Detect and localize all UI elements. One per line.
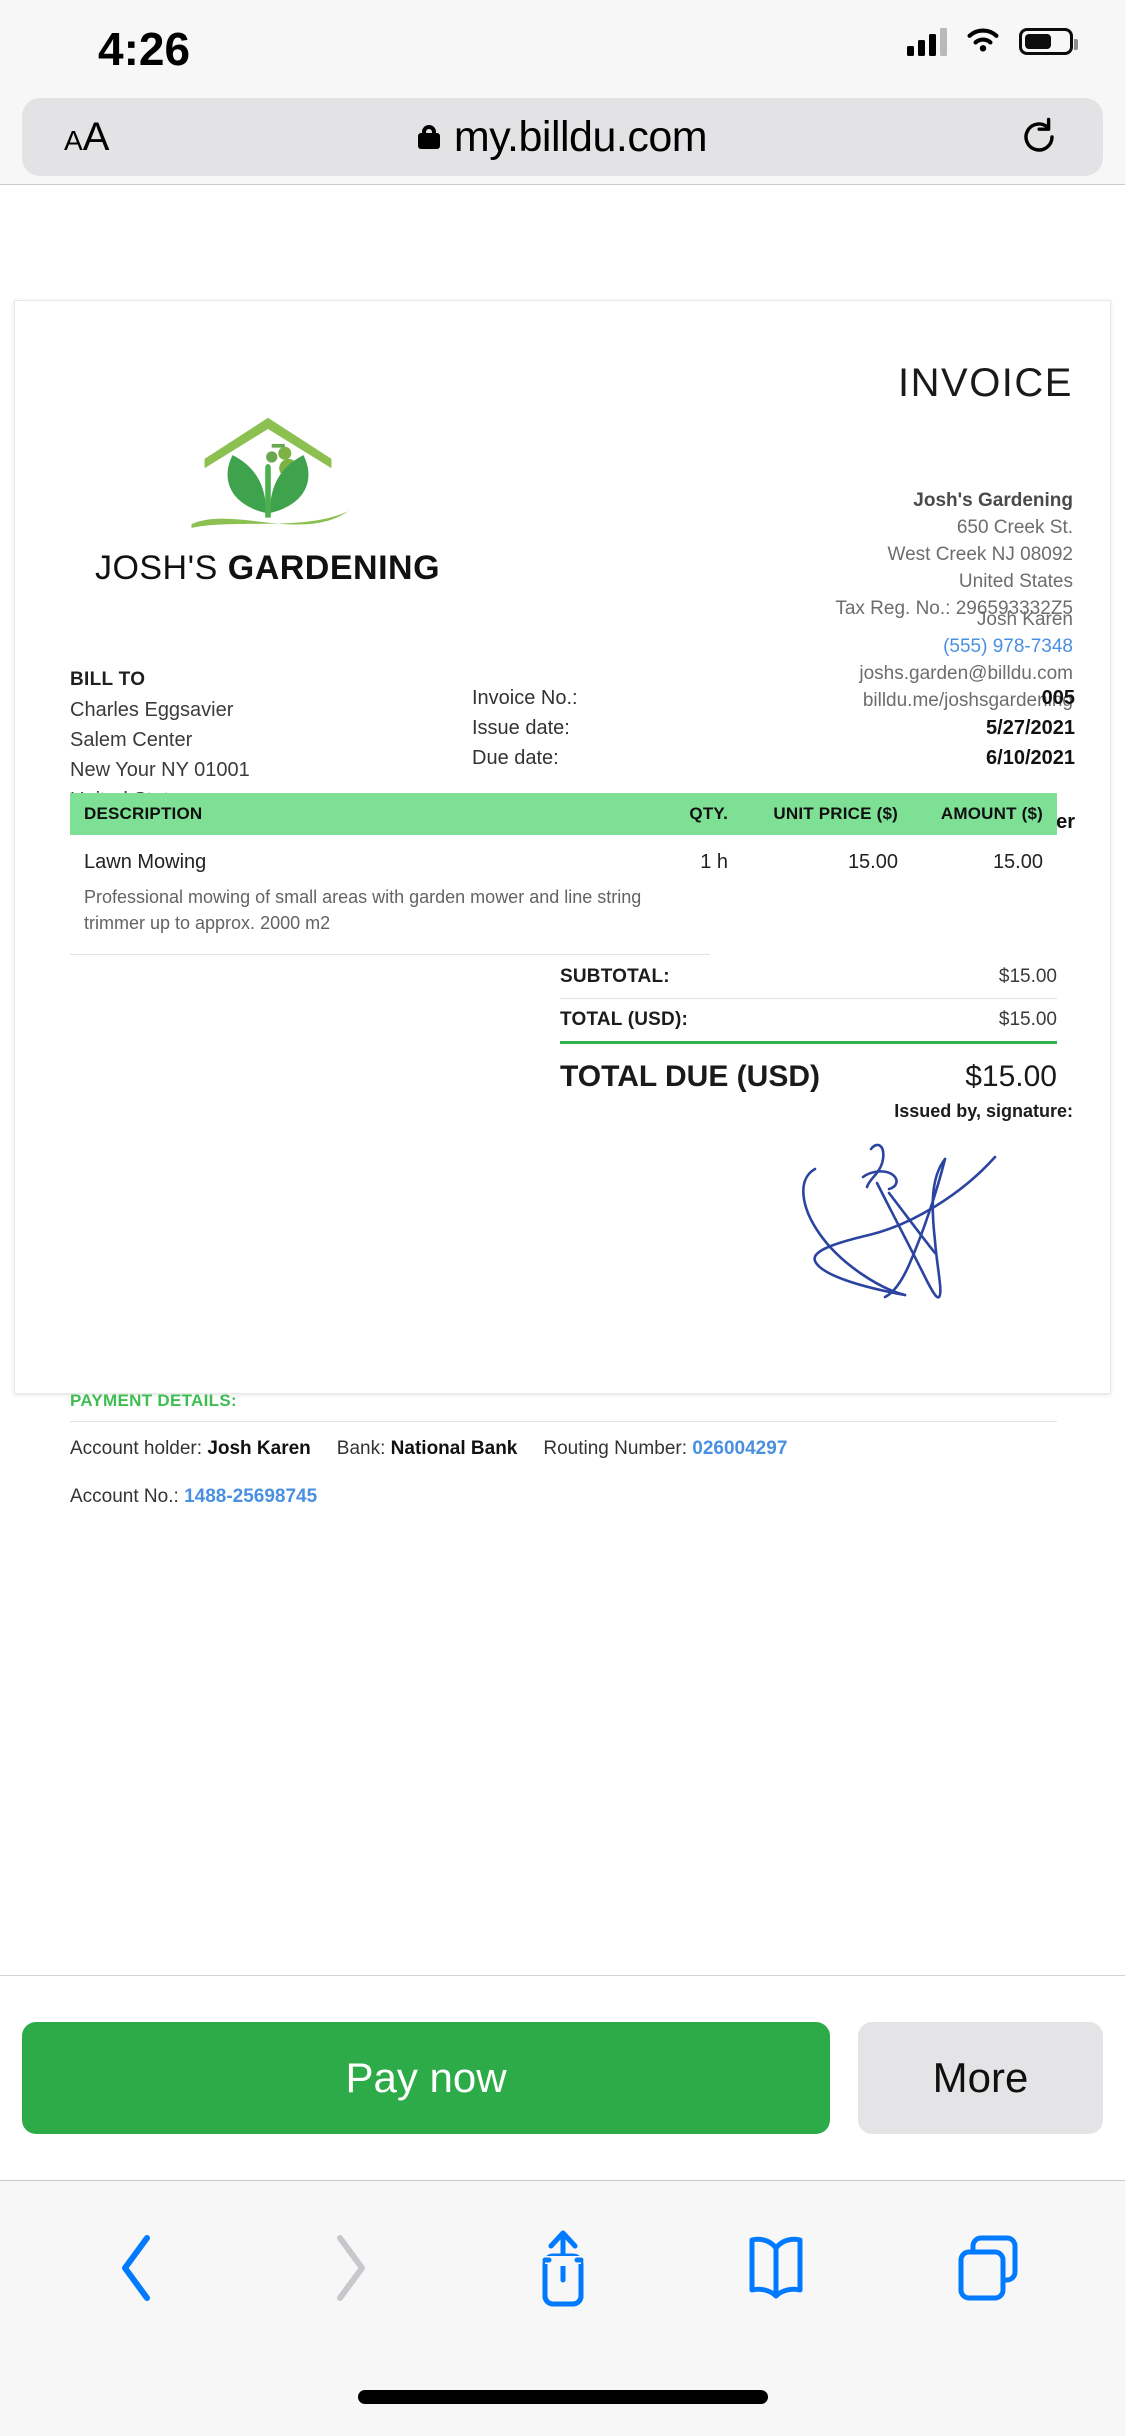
meta-row-invoice-no: Invoice No.: 005 bbox=[472, 683, 1075, 713]
chevron-left-icon bbox=[121, 2235, 150, 2301]
text-size-button[interactable]: AA bbox=[64, 117, 109, 157]
logo-word-bold: GARDENING bbox=[227, 549, 441, 587]
account-holder-value: Josh Karen bbox=[207, 1438, 311, 1459]
header-description: DESCRIPTION bbox=[84, 804, 203, 823]
signature-image bbox=[802, 1143, 997, 1299]
pay-now-button[interactable]: Pay now bbox=[22, 2022, 830, 2134]
forward-button[interactable] bbox=[295, 2213, 405, 2323]
bill-to-line2: New Your NY 01001 bbox=[70, 759, 250, 781]
tabs-button[interactable] bbox=[934, 2213, 1044, 2323]
reload-icon[interactable] bbox=[1019, 117, 1059, 157]
company-country: United States bbox=[958, 571, 1073, 592]
meta-row-due-date: Due date: 6/10/2021 bbox=[472, 743, 1075, 773]
logo-word-light: JOSH'S bbox=[94, 549, 218, 587]
meta-label: Invoice No.: bbox=[472, 687, 578, 709]
total-due-label: TOTAL DUE (USD) bbox=[560, 1060, 820, 1093]
company-street: 650 Creek St. bbox=[956, 517, 1073, 538]
account-holder: Account holder: Josh Karen bbox=[70, 1438, 311, 1460]
subtotal-row: SUBTOTAL: $15.00 bbox=[560, 956, 1057, 999]
signature-label: Issued by, signature: bbox=[894, 1101, 1073, 1121]
account-no-label: Account No.: bbox=[70, 1486, 179, 1507]
bank: Bank: National Bank bbox=[337, 1438, 518, 1460]
payment-details-line: Account holder: Josh Karen Bank: Nationa… bbox=[70, 1422, 1057, 1508]
tabs-icon bbox=[958, 2235, 1017, 2301]
bank-value: National Bank bbox=[390, 1438, 518, 1459]
subtotal-value: $15.00 bbox=[998, 966, 1057, 987]
text-size-large-label: A bbox=[82, 115, 110, 159]
total-value: $15.00 bbox=[998, 1009, 1057, 1030]
account-holder-label: Account holder: bbox=[70, 1438, 203, 1459]
company-name: Josh's Gardening bbox=[913, 490, 1073, 511]
web-page-content: INVOICE JOSH'S GARDENING Josh's Gardenin… bbox=[0, 186, 1125, 1975]
share-icon bbox=[542, 2230, 583, 2307]
lock-icon bbox=[417, 125, 440, 149]
meta-row-issue-date: Issue date: 5/27/2021 bbox=[472, 713, 1075, 743]
payment-details-heading: PAYMENT DETAILS: bbox=[70, 1391, 1057, 1422]
battery-icon bbox=[1019, 27, 1078, 55]
action-bar: Pay now More bbox=[0, 1975, 1125, 2180]
signal-bars-icon bbox=[907, 26, 947, 56]
meta-value: 5/27/2021 bbox=[986, 717, 1075, 739]
header-qty: QTY. bbox=[689, 804, 728, 823]
table-row: Lawn Mowing 1 h 15.00 15.00 bbox=[70, 835, 1057, 874]
subtotal-label: SUBTOTAL: bbox=[560, 966, 670, 987]
more-button[interactable]: More bbox=[858, 2022, 1103, 2134]
chevron-right-icon bbox=[336, 2235, 365, 2301]
meta-label: Issue date: bbox=[472, 717, 570, 739]
bank-label: Bank: bbox=[336, 1438, 386, 1459]
row-unit-price: 15.00 bbox=[847, 851, 898, 873]
company-logo: JOSH'S GARDENING bbox=[70, 401, 465, 588]
meta-label: Due date: bbox=[472, 747, 559, 769]
invoice-title: INVOICE bbox=[898, 361, 1073, 405]
row-qty: 1 h bbox=[700, 851, 728, 873]
wifi-icon bbox=[967, 28, 999, 52]
address-bar[interactable]: AA my.billdu.com bbox=[22, 98, 1103, 176]
toolbar-icons bbox=[0, 2203, 1125, 2333]
home-indicator bbox=[357, 2390, 768, 2404]
row-description: Lawn Mowing bbox=[84, 851, 207, 873]
contact-phone[interactable]: (555) 978-7348 bbox=[859, 633, 1073, 660]
account-no-value: 1488-25698745 bbox=[184, 1486, 318, 1507]
status-indicators bbox=[907, 26, 1078, 56]
routing-value: 026004297 bbox=[692, 1438, 788, 1459]
url-text: my.billdu.com bbox=[453, 112, 708, 161]
status-time: 4:26 bbox=[98, 23, 191, 75]
iphone-screen: 4:26 AA my.billdu.com INVOICE JOSH'S GAR… bbox=[0, 0, 1125, 2436]
invoice-document: INVOICE JOSH'S GARDENING Josh's Gardenin… bbox=[14, 300, 1111, 1507]
status-bar: 4:26 bbox=[0, 0, 1125, 90]
routing-label: Routing Number: bbox=[543, 1438, 687, 1459]
row-note: Professional mowing of small areas with … bbox=[70, 874, 710, 955]
total-due-row: TOTAL DUE (USD) $15.00 bbox=[560, 1044, 1057, 1094]
header-unit-price: UNIT PRICE ($) bbox=[773, 804, 898, 823]
bill-to-label: BILL TO bbox=[70, 669, 146, 690]
share-button[interactable] bbox=[508, 2213, 618, 2323]
total-row: TOTAL (USD): $15.00 bbox=[560, 999, 1057, 1044]
bill-to-name: Charles Eggsavier bbox=[70, 699, 234, 721]
book-icon bbox=[749, 2236, 802, 2299]
account-number: Account No.: 1488-25698745 bbox=[70, 1486, 317, 1508]
total-due-value: $15.00 bbox=[965, 1060, 1057, 1093]
total-label: TOTAL (USD): bbox=[560, 1009, 688, 1030]
url-display: my.billdu.com bbox=[417, 112, 708, 162]
back-button[interactable] bbox=[82, 2213, 192, 2323]
meta-value: 6/10/2021 bbox=[986, 747, 1075, 769]
company-address: Josh's Gardening 650 Creek St. West Cree… bbox=[835, 487, 1073, 622]
bill-to-line1: Salem Center bbox=[70, 729, 193, 751]
totals-block: SUBTOTAL: $15.00 TOTAL (USD): $15.00 TOT… bbox=[560, 956, 1057, 1094]
table-header: DESCRIPTION QTY. UNIT PRICE ($) AMOUNT (… bbox=[70, 793, 1057, 835]
plant-leaf-logo-icon bbox=[190, 417, 348, 528]
bookmarks-button[interactable] bbox=[721, 2213, 831, 2323]
text-size-small-label: A bbox=[64, 125, 83, 156]
logo-wordmark: JOSH'S GARDENING bbox=[70, 549, 465, 588]
contact-person: Josh Karen bbox=[976, 609, 1073, 630]
company-city: West Creek NJ 08092 bbox=[887, 544, 1073, 565]
browser-chrome: AA my.billdu.com bbox=[0, 90, 1125, 185]
payment-details: PAYMENT DETAILS: Account holder: Josh Ka… bbox=[70, 1391, 1057, 1508]
meta-value: 005 bbox=[1041, 687, 1075, 709]
line-items-table: DESCRIPTION QTY. UNIT PRICE ($) AMOUNT (… bbox=[70, 793, 1057, 955]
safari-toolbar bbox=[0, 2180, 1125, 2436]
row-amount: 15.00 bbox=[992, 851, 1043, 873]
routing-number: Routing Number: 026004297 bbox=[543, 1438, 787, 1460]
header-amount: AMOUNT ($) bbox=[940, 804, 1043, 823]
